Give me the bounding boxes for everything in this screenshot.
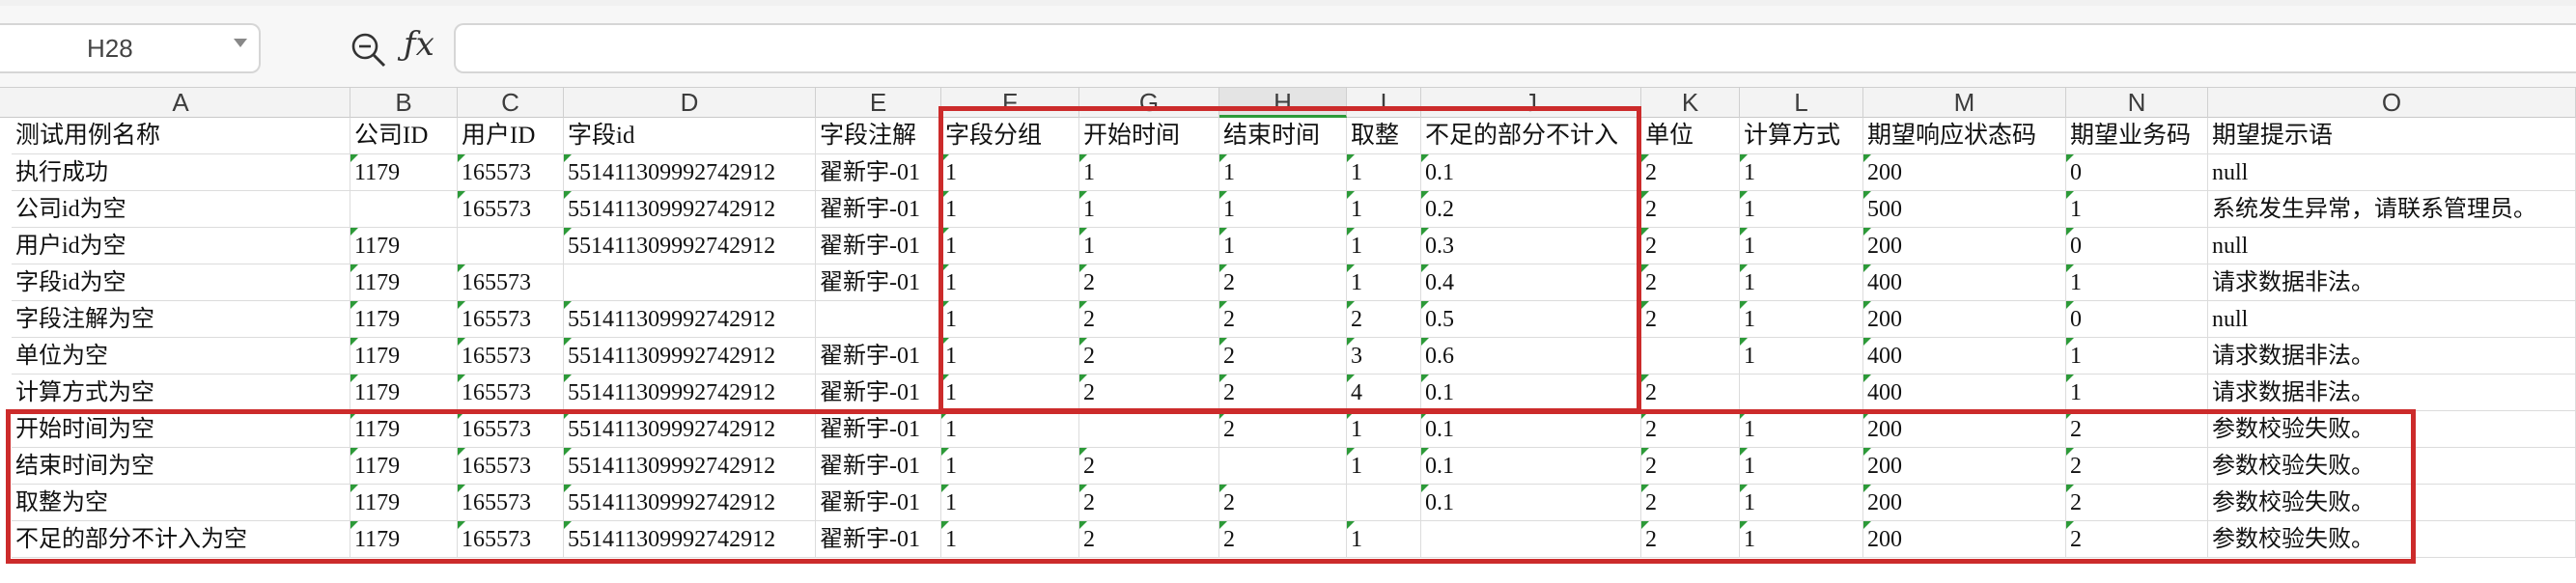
header-cell[interactable]: 字段id bbox=[564, 118, 816, 154]
cell[interactable]: null bbox=[2208, 154, 2576, 191]
cell[interactable]: 2 bbox=[1641, 228, 1740, 264]
header-cell[interactable]: 测试用例名称 bbox=[12, 118, 350, 154]
cell[interactable]: 执行成功 bbox=[12, 154, 350, 191]
formula-bar: H28 ƒx bbox=[0, 6, 2576, 87]
cell[interactable]: 551411309992742912 bbox=[564, 301, 816, 338]
header-cell[interactable]: 期望响应状态码 bbox=[1863, 118, 2066, 154]
cell[interactable]: 165573 bbox=[458, 191, 564, 228]
column-header-b[interactable]: B bbox=[350, 88, 458, 118]
header-cell[interactable]: 单位 bbox=[1641, 118, 1740, 154]
column-header-k[interactable]: K bbox=[1641, 88, 1740, 118]
cell[interactable]: null bbox=[2208, 301, 2576, 338]
name-box[interactable]: H28 bbox=[0, 23, 261, 73]
header-cell[interactable]: 计算方式 bbox=[1740, 118, 1863, 154]
header-cell[interactable]: 期望提示语 bbox=[2208, 118, 2576, 154]
cell[interactable]: 200 bbox=[1863, 154, 2066, 191]
cell[interactable]: 551411309992742912 bbox=[564, 228, 816, 264]
cell[interactable]: 用户id为空 bbox=[12, 228, 350, 264]
cell[interactable]: 551411309992742912 bbox=[564, 375, 816, 411]
cell[interactable]: 165573 bbox=[458, 375, 564, 411]
cell[interactable]: 2 bbox=[1641, 191, 1740, 228]
fx-function-icon[interactable]: ƒx bbox=[404, 25, 434, 64]
cell[interactable]: 200 bbox=[1863, 228, 2066, 264]
cell[interactable]: 1179 bbox=[350, 338, 458, 375]
cell[interactable]: 0 bbox=[2066, 154, 2208, 191]
cell[interactable]: 400 bbox=[1863, 375, 2066, 411]
cell[interactable]: 1 bbox=[1740, 191, 1863, 228]
cell[interactable] bbox=[564, 264, 816, 301]
cell[interactable] bbox=[816, 301, 941, 338]
cell[interactable]: 165573 bbox=[458, 301, 564, 338]
cell[interactable]: 200 bbox=[1863, 301, 2066, 338]
column-header-c[interactable]: C bbox=[458, 88, 564, 118]
cell[interactable]: 1 bbox=[1740, 338, 1863, 375]
cell[interactable]: 公司id为空 bbox=[12, 191, 350, 228]
header-cell[interactable]: 公司ID bbox=[350, 118, 458, 154]
column-header-o[interactable]: O bbox=[2208, 88, 2576, 118]
cell[interactable]: 551411309992742912 bbox=[564, 338, 816, 375]
header-cell[interactable]: 用户ID bbox=[458, 118, 564, 154]
cell[interactable]: 1 bbox=[1740, 154, 1863, 191]
cell[interactable]: 1 bbox=[1740, 301, 1863, 338]
cell[interactable]: 2 bbox=[1641, 154, 1740, 191]
cell[interactable]: 1 bbox=[1740, 228, 1863, 264]
cell[interactable]: 2 bbox=[1641, 375, 1740, 411]
cell[interactable]: 字段注解为空 bbox=[12, 301, 350, 338]
cell[interactable]: 翟新宇-01 bbox=[816, 264, 941, 301]
cell[interactable]: 551411309992742912 bbox=[564, 191, 816, 228]
formula-input[interactable] bbox=[454, 23, 2576, 73]
cell[interactable]: 字段id为空 bbox=[12, 264, 350, 301]
cell[interactable]: 1 bbox=[1740, 264, 1863, 301]
cell[interactable]: 500 bbox=[1863, 191, 2066, 228]
cell[interactable] bbox=[1641, 338, 1740, 375]
cell[interactable]: 请求数据非法。 bbox=[2208, 264, 2576, 301]
cell[interactable]: 1179 bbox=[350, 375, 458, 411]
column-header-a[interactable]: A bbox=[12, 88, 350, 118]
name-box-value: H28 bbox=[87, 34, 133, 63]
cell[interactable]: 0 bbox=[2066, 301, 2208, 338]
header-cell[interactable]: 字段注解 bbox=[816, 118, 941, 154]
cell[interactable]: 翟新宇-01 bbox=[816, 375, 941, 411]
cell[interactable]: 1179 bbox=[350, 228, 458, 264]
column-header-m[interactable]: M bbox=[1863, 88, 2066, 118]
cell[interactable]: 系统发生异常，请联系管理员。 bbox=[2208, 191, 2576, 228]
cell[interactable]: 1179 bbox=[350, 264, 458, 301]
cell[interactable]: 请求数据非法。 bbox=[2208, 375, 2576, 411]
cell[interactable]: 请求数据非法。 bbox=[2208, 338, 2576, 375]
cell[interactable]: 551411309992742912 bbox=[564, 154, 816, 191]
cell[interactable]: 1 bbox=[2066, 264, 2208, 301]
highlight-box-bottom bbox=[6, 409, 2416, 564]
cell[interactable]: 翟新宇-01 bbox=[816, 154, 941, 191]
cell[interactable]: 2 bbox=[1641, 301, 1740, 338]
cell[interactable] bbox=[350, 191, 458, 228]
chevron-down-icon[interactable] bbox=[234, 39, 247, 47]
cell[interactable]: 单位为空 bbox=[12, 338, 350, 375]
cell[interactable]: 翟新宇-01 bbox=[816, 228, 941, 264]
cell[interactable]: 1 bbox=[2066, 338, 2208, 375]
cell[interactable]: 1179 bbox=[350, 301, 458, 338]
cell[interactable]: null bbox=[2208, 228, 2576, 264]
column-header-d[interactable]: D bbox=[564, 88, 816, 118]
cell[interactable]: 翟新宇-01 bbox=[816, 338, 941, 375]
cell[interactable]: 400 bbox=[1863, 264, 2066, 301]
cell[interactable] bbox=[1740, 375, 1863, 411]
cell[interactable]: 165573 bbox=[458, 264, 564, 301]
cell[interactable]: 计算方式为空 bbox=[12, 375, 350, 411]
cell[interactable]: 0 bbox=[2066, 228, 2208, 264]
column-header-l[interactable]: L bbox=[1740, 88, 1863, 118]
cell[interactable]: 翟新宇-01 bbox=[816, 191, 941, 228]
cell[interactable]: 1 bbox=[2066, 375, 2208, 411]
cell[interactable]: 1 bbox=[2066, 191, 2208, 228]
cell[interactable]: 165573 bbox=[458, 338, 564, 375]
cell[interactable]: 2 bbox=[1641, 264, 1740, 301]
cell[interactable]: 1179 bbox=[350, 154, 458, 191]
column-header-n[interactable]: N bbox=[2066, 88, 2208, 118]
cell[interactable]: 400 bbox=[1863, 338, 2066, 375]
header-cell[interactable]: 期望业务码 bbox=[2066, 118, 2208, 154]
cell[interactable]: 165573 bbox=[458, 154, 564, 191]
zoom-formula-icon[interactable] bbox=[350, 31, 388, 69]
cell[interactable] bbox=[458, 228, 564, 264]
highlight-box-top bbox=[938, 106, 1641, 413]
column-header-e[interactable]: E bbox=[816, 88, 941, 118]
